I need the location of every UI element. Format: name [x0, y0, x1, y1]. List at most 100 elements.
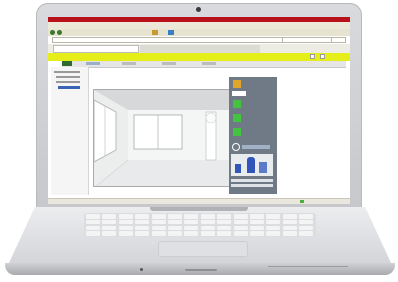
keyboard-key[interactable] [168, 225, 182, 231]
keyboard-key[interactable] [282, 225, 297, 231]
keyboard-key[interactable] [135, 214, 150, 219]
keyboard-key[interactable] [250, 214, 264, 219]
green-button-icon[interactable] [233, 114, 241, 122]
keyboard-key[interactable] [299, 225, 314, 231]
keyboard-key[interactable] [250, 219, 264, 225]
nav-item[interactable] [122, 62, 136, 65]
nav-item[interactable] [202, 62, 216, 65]
header-icon[interactable] [320, 54, 325, 59]
keyboard-key[interactable] [233, 231, 248, 236]
keyboard-key[interactable] [86, 225, 100, 231]
app-navbar [62, 61, 346, 68]
figure-preview [231, 154, 273, 176]
keyboard-key[interactable] [86, 231, 100, 236]
keyboard-key[interactable] [135, 231, 150, 236]
sidebar-tree [51, 67, 89, 195]
tree-item[interactable] [56, 76, 80, 78]
keyboard-key[interactable] [217, 214, 232, 219]
keyboard-key[interactable] [266, 214, 281, 219]
keyboard-key[interactable] [184, 214, 199, 219]
tree-item[interactable] [56, 81, 80, 83]
keyboard-key[interactable] [266, 219, 281, 225]
keyboard-key[interactable] [184, 231, 199, 236]
keyboard-key[interactable] [118, 214, 133, 219]
keyboard-key[interactable] [217, 219, 232, 225]
toolbar-icon[interactable] [168, 30, 174, 35]
browser-statusbar [48, 198, 350, 204]
compass-icon[interactable] [232, 143, 240, 151]
keyboard-key[interactable] [135, 225, 150, 231]
keyboard-key[interactable] [200, 225, 215, 231]
browser-menubar [48, 22, 350, 29]
app-logo [62, 61, 72, 66]
tab-active[interactable] [53, 45, 139, 53]
keyboard-key[interactable] [86, 214, 100, 219]
tree-item-selected[interactable] [58, 86, 80, 89]
tree-item[interactable] [54, 71, 80, 73]
keyboard-key[interactable] [233, 219, 248, 225]
keyboard-key[interactable] [217, 231, 232, 236]
keyboard-key[interactable] [184, 219, 199, 225]
forward-icon[interactable] [57, 30, 62, 35]
keyboard-key[interactable] [102, 231, 117, 236]
keyboard-key[interactable] [282, 214, 297, 219]
keyboard-key[interactable] [282, 231, 297, 236]
nav-item[interactable] [162, 62, 176, 65]
webcam-icon [196, 7, 201, 12]
laptop-screen [48, 17, 350, 204]
nav-item[interactable] [86, 62, 100, 65]
keyboard-key[interactable] [151, 225, 166, 231]
tab-inactive[interactable] [140, 45, 260, 53]
keyboard-key[interactable] [118, 231, 133, 236]
keyboard-key[interactable] [102, 219, 117, 225]
browser-tabs [48, 44, 350, 53]
keyboard-key[interactable] [233, 225, 248, 231]
keyboard-key[interactable] [217, 225, 232, 231]
keyboard-key[interactable] [266, 225, 281, 231]
keyboard-key[interactable] [168, 231, 182, 236]
keyboard-key[interactable] [200, 231, 215, 236]
green-button-icon[interactable] [233, 128, 241, 136]
keyboard-key[interactable] [151, 231, 166, 236]
keyboard-key[interactable] [151, 219, 166, 225]
keyboard-key[interactable] [200, 219, 215, 225]
panel-slider[interactable] [242, 145, 270, 149]
panel-input[interactable] [232, 91, 246, 96]
green-button-icon[interactable] [233, 100, 241, 108]
keyboard-key[interactable] [250, 225, 264, 231]
keyboard-key[interactable] [266, 231, 281, 236]
keyboard-key[interactable] [118, 225, 133, 231]
keyboard-key[interactable] [184, 225, 199, 231]
keyboard-key[interactable] [200, 214, 215, 219]
site-header-bar [48, 53, 350, 61]
keyboard-key[interactable] [233, 214, 248, 219]
keyboard-key[interactable] [102, 225, 117, 231]
search-input[interactable] [282, 37, 332, 43]
keyboard-key[interactable] [299, 219, 314, 225]
person-icon [259, 162, 267, 173]
disc-slot [185, 269, 217, 271]
header-icon[interactable] [310, 54, 315, 59]
keyboard-key[interactable] [299, 214, 314, 219]
panel-row [231, 179, 273, 182]
keyboard-key[interactable] [250, 231, 264, 236]
trackpad [158, 241, 248, 257]
browser-toolbar [48, 29, 350, 36]
keyboard-key[interactable] [135, 219, 150, 225]
panel-icon[interactable] [233, 80, 241, 88]
person-icon [247, 157, 255, 173]
tool-panel [229, 77, 277, 194]
keyboard-key[interactable] [151, 214, 166, 219]
keyboard-key[interactable] [118, 219, 133, 225]
keyboard-key[interactable] [299, 231, 314, 236]
back-icon[interactable] [50, 30, 55, 35]
keyboard-key[interactable] [168, 214, 182, 219]
power-led-icon [140, 268, 143, 271]
toolbar-icon[interactable] [152, 30, 158, 35]
keyboard-key[interactable] [102, 214, 117, 219]
keyboard-key[interactable] [86, 219, 100, 225]
vent-line [268, 266, 348, 267]
keyboard-key[interactable] [282, 219, 297, 225]
laptop-hinge [150, 207, 248, 211]
keyboard-key[interactable] [168, 219, 182, 225]
